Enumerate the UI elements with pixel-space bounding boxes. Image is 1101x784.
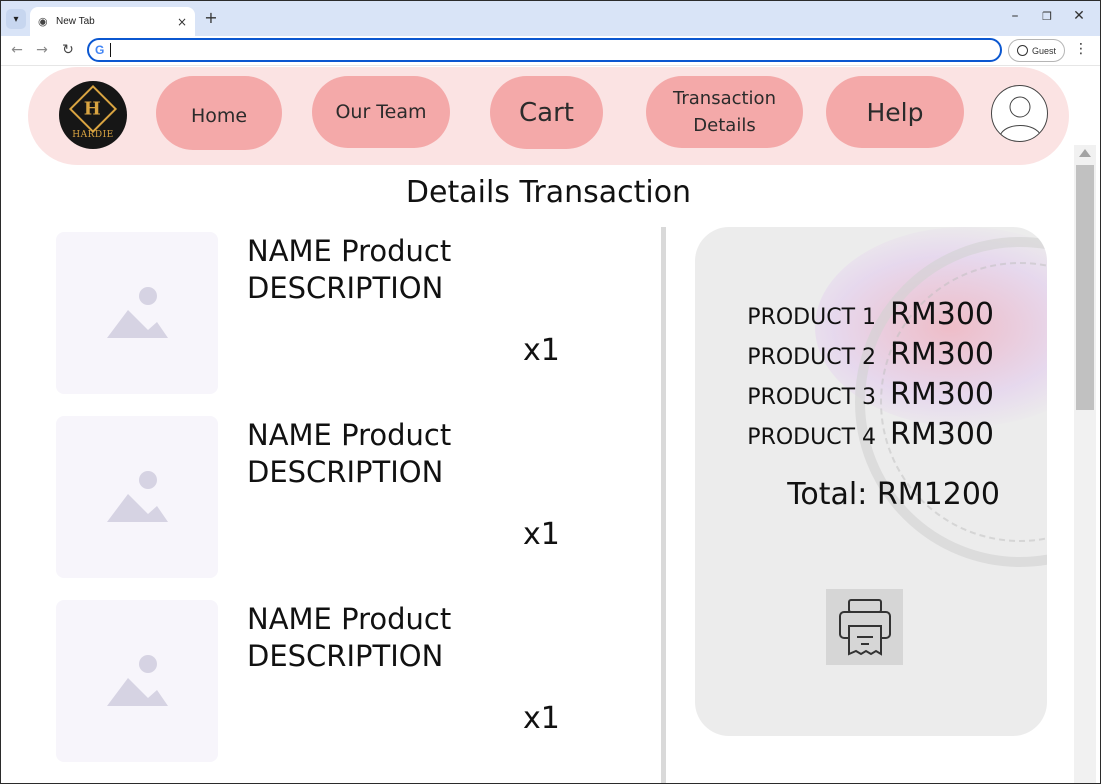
nav-help-button[interactable]: Help [826,76,964,148]
nav-cart-button[interactable]: Cart [490,76,603,149]
image-placeholder-icon [56,232,218,394]
address-input[interactable] [111,43,1000,57]
page-scrollbar[interactable] [1074,145,1096,783]
reload-icon[interactable]: ↻ [60,42,76,58]
image-placeholder-icon [56,416,218,578]
product-quantity: x1 [523,333,560,368]
product-name: NAME Product [247,418,452,452]
summary-line: PRODUCT 1 RM300 [735,297,994,332]
product-quantity: x1 [523,517,560,552]
product-quantity: x1 [523,701,560,736]
nav-transaction-details-button[interactable]: Transaction Details [646,76,803,148]
profile-label: Guest [1031,45,1056,56]
scroll-up-icon[interactable] [1079,149,1091,157]
summary-line-price: RM300 [890,417,994,452]
scroll-thumb[interactable] [1076,165,1094,410]
site-navbar: H HARDIE Home Our Team Cart Transaction … [28,67,1069,165]
product-description: DESCRIPTION [247,271,444,305]
back-icon[interactable]: ← [9,42,25,58]
summary-line: PRODUCT 2 RM300 [735,337,994,372]
profile-icon [1016,45,1028,56]
nav-home-button[interactable]: Home [156,76,282,150]
summary-line-label: PRODUCT 3 [747,385,876,410]
summary-line-price: RM300 [890,297,994,332]
summary-line-label: PRODUCT 1 [747,305,876,330]
tab-search-icon[interactable]: ▾ [6,9,26,29]
printer-icon [838,599,891,656]
restore-icon[interactable]: ❐ [1037,10,1057,23]
web-page: H HARDIE Home Our Team Cart Transaction … [1,67,1100,783]
tab-close-icon[interactable]: × [177,15,187,29]
summary-line: PRODUCT 3 RM300 [735,377,994,412]
page-title: Details Transaction [405,175,692,210]
order-summary-card: PRODUCT 1 RM300 PRODUCT 2 RM300 PRODUCT … [695,227,1047,736]
product-description: DESCRIPTION [247,455,444,489]
user-avatar-icon[interactable] [991,85,1048,142]
product-description: DESCRIPTION [247,639,444,673]
browser-tab[interactable]: ◉ New Tab × [30,7,195,36]
browser-tab-bar: ▾ ◉ New Tab × + – ❐ ✕ [0,0,1101,36]
logo-emblem: H [68,84,118,134]
nav-our-team-button[interactable]: Our Team [312,76,450,148]
product-name: NAME Product [247,602,452,636]
summary-line-price: RM300 [890,377,994,412]
order-total: Total: RM1200 [787,477,1000,512]
image-placeholder-icon [56,600,218,762]
tab-title: New Tab [56,16,95,27]
product-name: NAME Product [247,234,452,268]
google-icon: G [95,43,105,57]
hardie-logo[interactable]: H HARDIE [59,81,127,149]
close-icon[interactable]: ✕ [1069,8,1089,24]
profile-button[interactable]: Guest [1008,39,1065,62]
column-divider [661,227,666,783]
globe-icon: ◉ [38,14,48,28]
new-tab-button[interactable]: + [202,10,220,28]
address-bar[interactable]: G [87,38,1002,62]
summary-line: PRODUCT 4 RM300 [735,417,994,452]
print-receipt-button[interactable] [826,589,903,665]
minimize-icon[interactable]: – [1005,8,1025,24]
forward-icon[interactable]: → [34,42,50,58]
summary-line-price: RM300 [890,337,994,372]
summary-line-label: PRODUCT 2 [747,345,876,370]
browser-toolbar: ← → ↻ G Guest ⋮ [0,36,1101,66]
menu-icon[interactable]: ⋮ [1074,41,1088,57]
summary-line-label: PRODUCT 4 [747,425,876,450]
